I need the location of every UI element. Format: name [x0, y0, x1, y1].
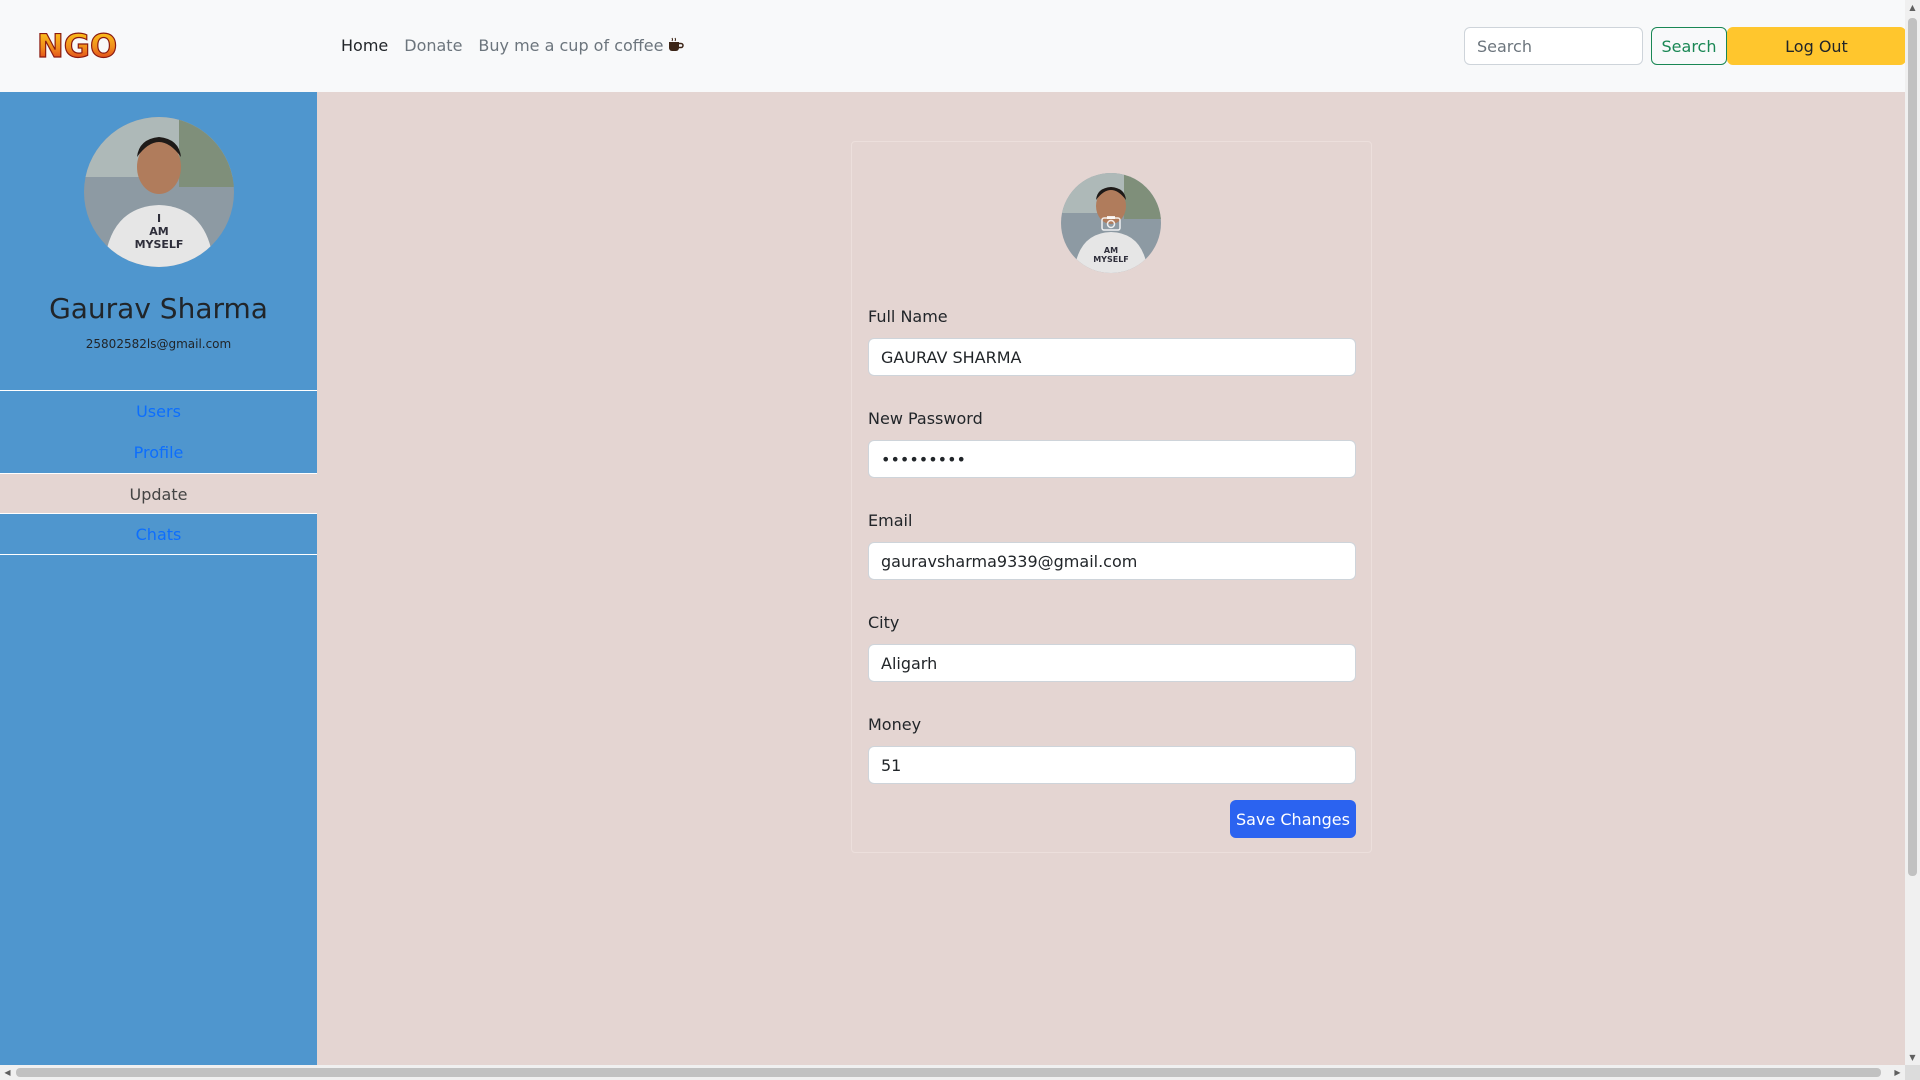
save-changes-button[interactable]: Save Changes: [1230, 800, 1356, 838]
search-button[interactable]: Search: [1651, 27, 1727, 65]
money-label: Money: [868, 715, 922, 734]
sidebar: I AM MYSELF Gaurav Sharma 25802582ls@gma…: [0, 92, 317, 1065]
scroll-right-arrow-icon[interactable]: ▶: [1890, 1065, 1905, 1080]
logo-text: NGO: [37, 27, 117, 65]
coffee-cup-icon: [669, 37, 685, 51]
new-password-label: New Password: [868, 409, 983, 428]
full-name-input[interactable]: [868, 338, 1356, 376]
profile-name: Gaurav Sharma: [49, 292, 268, 325]
sidebar-item-update[interactable]: Update: [0, 473, 317, 514]
money-input[interactable]: [868, 746, 1356, 784]
email-group: Email: [868, 509, 1356, 580]
ngo-logo[interactable]: NGO: [35, 25, 121, 67]
email-label: Email: [868, 511, 913, 530]
scroll-down-arrow-icon[interactable]: ▼: [1905, 1050, 1920, 1065]
ngo-logo-graphic: NGO: [36, 26, 117, 65]
horizontal-scroll-thumb[interactable]: [16, 1068, 1881, 1077]
city-group: City: [868, 611, 1356, 682]
scrollbar-corner: [1905, 1065, 1920, 1080]
city-input[interactable]: [868, 644, 1356, 682]
nav-coffee-link[interactable]: Buy me a cup of coffee: [478, 34, 685, 58]
vertical-scrollbar[interactable]: ▲ ▼: [1905, 0, 1920, 1065]
full-name-label: Full Name: [868, 307, 948, 326]
sidebar-item-profile[interactable]: Profile: [0, 432, 317, 473]
money-group: Money: [868, 713, 1356, 784]
profile-photo-upload[interactable]: AM MYSELF: [1061, 173, 1161, 273]
search-input[interactable]: [1464, 27, 1643, 65]
svg-text:I: I: [157, 212, 161, 225]
camera-icon: [1101, 216, 1121, 231]
new-password-input[interactable]: [868, 440, 1356, 478]
nav-links: Home Donate Buy me a cup of coffee: [341, 34, 700, 58]
logout-button[interactable]: Log Out: [1727, 27, 1906, 65]
nav-home-link[interactable]: Home: [341, 34, 388, 58]
scroll-up-arrow-icon[interactable]: ▲: [1905, 0, 1920, 15]
sidebar-item-chats[interactable]: Chats: [0, 514, 317, 555]
full-name-group: Full Name: [868, 305, 1356, 376]
profile-email: 25802582ls@gmail.com: [85, 337, 232, 351]
sidebar-menu: Users Profile Update Chats: [0, 390, 317, 555]
top-navbar: NGO Home Donate Buy me a cup of coffee S…: [0, 0, 1906, 92]
nav-coffee-label: Buy me a cup of coffee: [478, 36, 664, 55]
avatar-photo: I AM MYSELF: [84, 117, 234, 267]
new-password-group: New Password: [868, 407, 1356, 478]
nav-donate-link[interactable]: Donate: [404, 34, 462, 58]
svg-text:MYSELF: MYSELF: [1093, 255, 1129, 264]
scroll-left-arrow-icon[interactable]: ◀: [0, 1065, 15, 1080]
svg-text:AM: AM: [149, 225, 168, 238]
email-input[interactable]: [868, 542, 1356, 580]
vertical-scroll-thumb[interactable]: [1908, 18, 1917, 876]
svg-text:MYSELF: MYSELF: [135, 238, 184, 251]
avatar: I AM MYSELF: [84, 117, 234, 267]
update-profile-card: AM MYSELF Full Name New Password Email C…: [851, 141, 1372, 853]
sidebar-item-users[interactable]: Users: [0, 391, 317, 432]
horizontal-scrollbar[interactable]: ◀ ▶: [0, 1065, 1905, 1080]
city-label: City: [868, 613, 900, 632]
svg-text:AM: AM: [1104, 246, 1118, 255]
